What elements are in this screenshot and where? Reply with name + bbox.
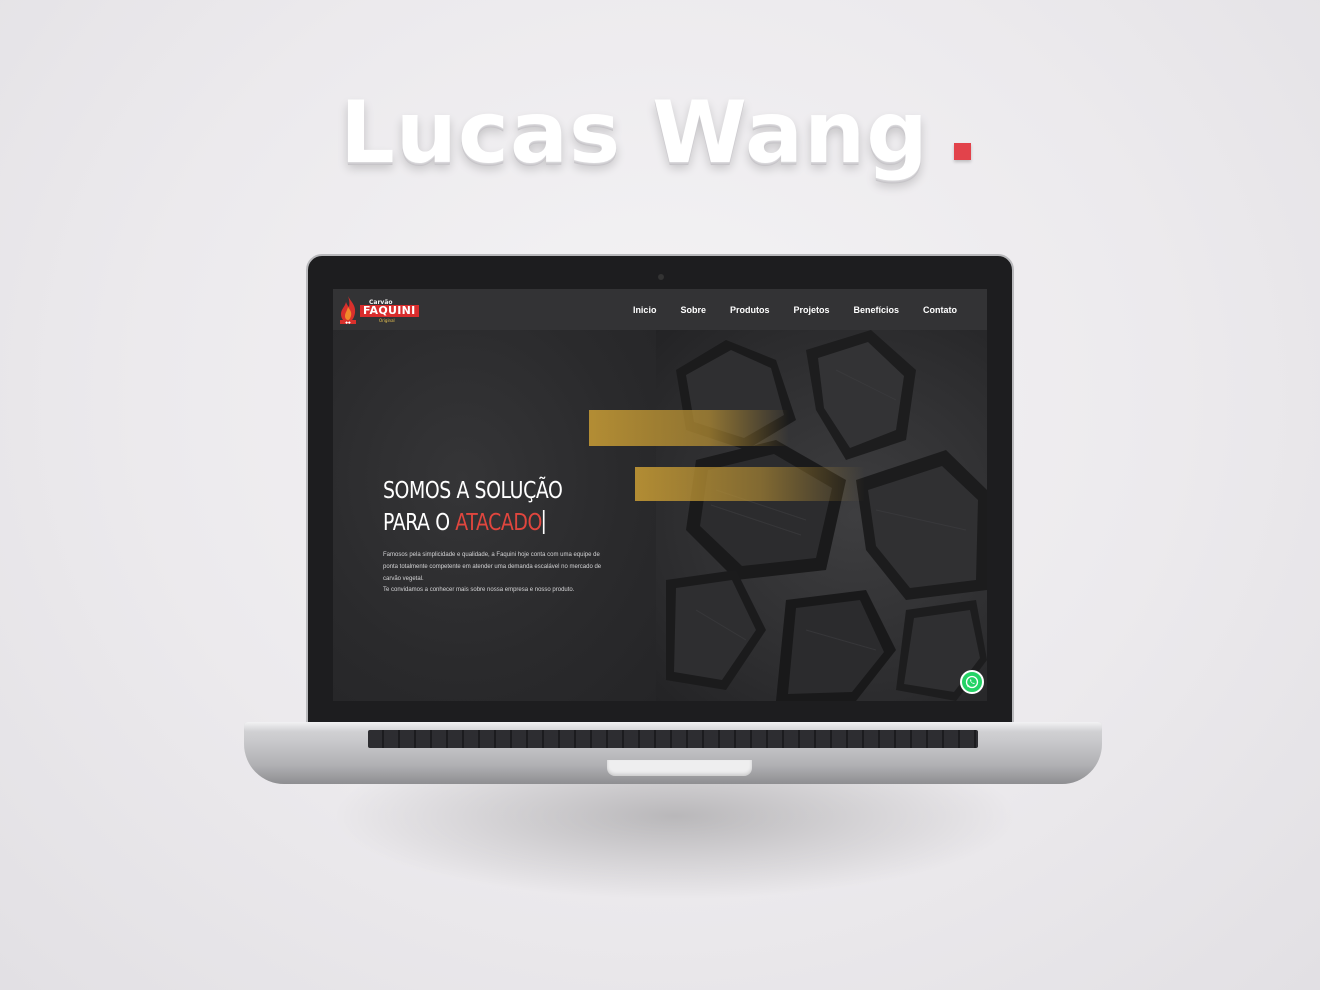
hero-title-accent: ATACADO	[455, 510, 542, 536]
decorative-gold-bar	[635, 467, 865, 501]
laptop-screen: ◆◆ Carvão FAQUINI Original Inicio Sobre …	[333, 289, 987, 701]
laptop-shadow	[330, 780, 1020, 900]
brand-title: Lucas Wang	[340, 83, 929, 183]
hero-title: SOMOS A SOLUÇÃO PARA O ATACADO	[383, 475, 596, 539]
flame-icon: ◆◆	[340, 296, 356, 325]
nav-item-projetos[interactable]: Projetos	[793, 305, 829, 315]
logo-main-text: FAQUINI	[360, 305, 419, 317]
charcoal-image	[666, 330, 987, 701]
whatsapp-icon	[965, 675, 979, 689]
site-logo[interactable]: ◆◆ Carvão FAQUINI Original	[338, 295, 419, 325]
nav-item-inicio[interactable]: Inicio	[633, 305, 657, 315]
hero-title-prefix: PARA O	[383, 510, 456, 536]
keyboard	[368, 730, 978, 748]
laptop-notch	[607, 760, 752, 776]
brand-title-dot	[954, 143, 971, 160]
hero-image-panel	[656, 330, 987, 701]
whatsapp-button[interactable]	[960, 670, 984, 694]
site-navbar: ◆◆ Carvão FAQUINI Original Inicio Sobre …	[333, 289, 987, 330]
nav-item-sobre[interactable]: Sobre	[680, 305, 706, 315]
hero-title-line1: SOMOS A SOLUÇÃO	[383, 478, 563, 504]
hero-paragraph-invite: Te convidamos a conhecer mais sobre noss…	[383, 587, 575, 594]
hero-title-line2: PARA O ATACADO	[383, 507, 596, 539]
camera-icon	[658, 274, 664, 280]
nav-item-produtos[interactable]: Produtos	[730, 305, 770, 315]
hero-paragraph: Famosos pela simplicidade e qualidade, a…	[383, 552, 602, 582]
decorative-gold-bar	[589, 410, 789, 446]
svg-text:◆◆: ◆◆	[345, 321, 351, 325]
typing-cursor	[542, 510, 545, 534]
nav-item-beneficios[interactable]: Benefícios	[853, 305, 899, 315]
hero-description: Famosos pela simplicidade e qualidade, a…	[383, 550, 613, 597]
nav-item-contato[interactable]: Contato	[923, 305, 957, 315]
logo-sub-text: Original	[379, 318, 395, 323]
nav-menu: Inicio Sobre Produtos Projetos Benefício…	[633, 289, 957, 330]
